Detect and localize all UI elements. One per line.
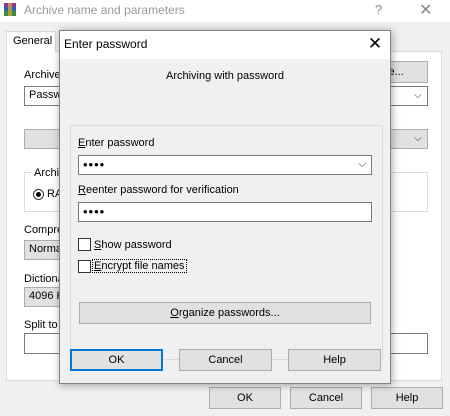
password-input[interactable]: ••••: [78, 155, 372, 175]
reenter-password-input-value: ••••: [83, 204, 106, 219]
show-password-label-text: how password: [101, 239, 172, 251]
ok-button[interactable]: OK: [209, 387, 281, 409]
archive-titlebar: Archive name and parameters ? ✕: [0, 0, 450, 22]
archive-name-value: Passw: [29, 89, 62, 101]
winrar-app-icon: [4, 3, 16, 16]
cancel-button[interactable]: Cancel: [179, 349, 272, 371]
compression-label: Compre: [24, 224, 64, 236]
chevron-down-icon[interactable]: ⌵: [358, 158, 366, 171]
ok-button[interactable]: OK: [70, 349, 163, 371]
reenter-password-label: Reenter password for verification: [78, 184, 239, 196]
encrypt-file-names-label[interactable]: Encrypt file names: [92, 259, 187, 273]
dictionary-label: Dictiona: [24, 273, 64, 285]
show-password-label[interactable]: Show password: [94, 239, 172, 251]
password-dialog-titlebar: Enter password ✕: [60, 31, 390, 59]
enter-password-label-text: nter password: [85, 137, 155, 149]
archive-name-label: Archive: [24, 69, 61, 81]
archiving-with-password-heading: Archiving with password: [166, 70, 284, 82]
help-button[interactable]: Help: [288, 349, 381, 371]
archive-window-title: Archive name and parameters: [24, 3, 185, 17]
password-input-value: ••••: [83, 157, 106, 172]
help-button[interactable]: Help: [371, 387, 443, 409]
cancel-button[interactable]: Cancel: [290, 387, 362, 409]
close-icon[interactable]: ✕: [419, 0, 432, 20]
password-dialog-title: Enter password: [64, 37, 148, 51]
reenter-password-input[interactable]: ••••: [78, 202, 372, 222]
organize-passwords-label-text: rganize passwords...: [178, 307, 280, 319]
reenter-password-label-text: eenter password for verification: [85, 184, 239, 196]
rar-radio[interactable]: [33, 189, 44, 200]
chevron-down-icon[interactable]: ⌵: [414, 90, 422, 101]
tab-general[interactable]: General: [6, 31, 56, 52]
show-password-checkbox[interactable]: [78, 238, 91, 251]
organize-passwords-button[interactable]: Organize passwords...: [79, 302, 371, 324]
encrypt-file-names-label-text: ncrypt file names: [101, 260, 185, 272]
close-icon[interactable]: ✕: [363, 33, 387, 55]
help-icon[interactable]: ?: [375, 2, 382, 17]
enter-password-label: Enter password: [78, 137, 155, 149]
split-volumes-label: Split to: [24, 319, 58, 331]
chevron-down-icon[interactable]: ⌵: [414, 133, 422, 144]
enter-password-dialog: Enter password ✕ Archiving with password…: [59, 30, 391, 384]
encrypt-file-names-checkbox[interactable]: [78, 260, 91, 273]
